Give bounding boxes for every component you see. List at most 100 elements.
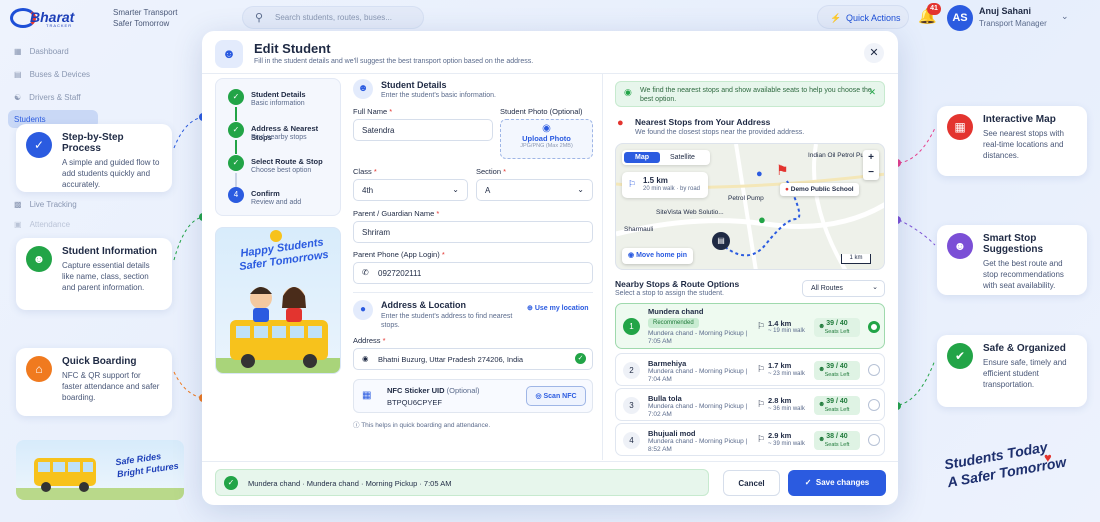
connector-lines-right [898,127,936,406]
feature-desc: Ensure safe, timely and efficient studen… [983,358,1067,389]
check-circle-icon: ✓ [575,353,586,364]
close-icon[interactable]: ✕ [864,43,884,63]
stop-option-1[interactable]: 1 Mundera chand Recommended Mundera chan… [615,303,885,349]
stop-number: 4 [623,432,640,449]
chevron-down-icon: ⌄ [577,185,584,194]
stop-walk-time: ~ 23 min walk [768,371,805,377]
users-icon: ☻ [818,366,826,373]
upload-photo-button[interactable]: ◉ Upload Photo JPG/PNG (Max 2MB) [500,119,593,159]
quick-actions-button[interactable]: ⚡ Quick Actions [817,5,909,29]
chevron-down-icon[interactable]: ⌄ [1061,11,1069,22]
scan-nfc-button[interactable]: ◎ Scan NFC [526,386,586,406]
phone-label: Parent Phone (App Login) * [353,250,445,259]
full-name-input[interactable]: Satendra [353,119,493,141]
stop-option-2[interactable]: 2 Barmehiya Mundera chand - Morning Pick… [615,353,885,386]
promo-illustration: Happy Students Safer Tomorrows [215,227,341,374]
users-icon: ☻ [947,233,973,259]
stop-option-4[interactable]: 4 Bhujuali mod Mundera chand - Morning P… [615,423,885,456]
zoom-controls: + − [863,150,879,180]
dashboard-icon: ▦ [14,47,22,56]
users-icon: ☻ [26,246,52,272]
sidebar-item-live-tracking[interactable]: ▩ Live Tracking [14,200,77,209]
feature-card-quick-boarding: ⌂ Quick Boarding NFC & QR support for fa… [16,348,172,416]
column-divider [602,74,603,460]
stop-route: Mundera chand - Morning Pickup | 7:04 AM [648,368,748,383]
stop-number: 2 [623,362,640,379]
stop-walk-time: ~ 39 min walk [768,441,805,447]
step-title: Student Details [251,90,306,99]
walk-icon: ⚐ [757,434,766,444]
stop-option-3[interactable]: 3 Bulla tola Mundera chand - Morning Pic… [615,388,885,421]
section-title: Student Details [381,80,447,90]
avatar[interactable]: AS [947,5,973,31]
guardian-input[interactable]: Shriram [353,221,593,243]
class-select[interactable]: 4th ⌄ [353,179,468,201]
stop-radio[interactable] [868,434,880,446]
crosshair-icon: ⊕ [527,305,533,312]
nfc-icon: ▦ [362,390,372,401]
full-name-label: Full Name * [353,107,393,116]
map-pin-icon: ◉ [624,87,632,97]
stops-map[interactable]: Map Satellite ⚐ 1.5 km 20 min walk · by … [615,143,885,270]
section-select[interactable]: A ⌄ [476,179,593,201]
users-icon: ☻ [818,323,826,330]
phone-input[interactable]: ✆ 0927202111 [353,262,593,284]
tracking-icon: ▩ [14,200,22,209]
modal-subtitle: Fill in the student details and we'll su… [254,58,534,65]
divider [353,292,593,293]
nfc-value[interactable]: BTPQU6CPYEF [387,398,442,407]
bus-icon[interactable]: ▤ [712,232,730,250]
stop-pin-icon[interactable]: ● [756,168,763,180]
close-icon[interactable]: ✕ [868,88,876,97]
phone-icon: ✆ [362,268,369,277]
route-filter-select[interactable]: All Routes ⌄ [802,280,885,297]
school-pin-icon[interactable]: ⚑ [776,162,789,179]
sidebar-item-drivers[interactable]: ☯ Drivers & Staff [14,93,81,102]
nearest-sub: We found the closest stops near the prov… [635,129,805,136]
feature-card-step-process: ✓ Step-by-Step Process A simple and guid… [16,124,172,192]
step-title: Select Route & Stop [251,157,323,166]
sidebar-item-buses[interactable]: ▤ Buses & Devices [14,70,90,79]
tab-map[interactable]: Map [624,152,660,163]
feature-title: Quick Boarding [62,356,137,367]
address-label: Address * [353,336,386,345]
feature-card-student-info: ☻ Student Information Capture essential … [16,238,172,310]
divider [202,73,898,74]
sidebar-item-dashboard[interactable]: ▦ Dashboard [14,47,69,56]
guardian-label: Parent / Guardian Name * [353,209,440,218]
global-search[interactable]: ⚲ Search students, routes, buses... [242,6,424,29]
feature-desc: Get the best route and stop recommendati… [983,259,1064,290]
walk-km: 1.5 km [643,176,668,185]
search-input[interactable]: Search students, routes, buses... [275,13,392,22]
address-input[interactable]: ◉ Bhatni Buzurg, Uttar Pradesh 274206, In… [353,348,593,370]
map-scale: 1 km [841,254,871,264]
move-home-pin-button[interactable]: ◉ Move home pin [622,248,694,264]
nfc-box: ▦ NFC Sticker UID (Optional) BTPQU6CPYEF… [353,379,593,413]
map-label: SiteVista Web Solutio... [656,209,724,216]
address-section-sub: Enter the student's address to find near… [381,313,513,329]
map-label: Sharmauli [624,226,654,233]
brand-logo[interactable]: Bharat TRACKER [10,6,90,30]
sidebar-item-attendance[interactable]: ▣ Attendance [14,220,70,229]
section-label: Section * [476,167,507,176]
save-changes-button[interactable]: ✓ Save changes [788,470,886,496]
step-sub: Choose best option [251,167,312,174]
tab-satellite[interactable]: Satellite [670,152,695,163]
zoom-in-button[interactable]: + [863,150,879,165]
cancel-button[interactable]: Cancel [723,470,780,496]
stop-route: Mundera chand - Morning Pickup | 8:52 AM [648,438,748,453]
users-icon: ☻ [818,401,826,408]
stop-radio[interactable] [868,399,880,411]
zoom-out-button[interactable]: − [863,165,879,180]
feature-card-safe-organized: ✔ Safe & Organized Ensure safe, timely a… [937,335,1087,407]
stop-radio-selected[interactable] [868,321,880,333]
recommended-badge: Recommended [648,318,699,328]
walk-icon: ⚐ [628,179,637,189]
options-sub: Select a stop to assign the student. [615,290,724,297]
school-label[interactable]: ● Demo Public School [780,183,859,196]
stop-radio[interactable] [868,364,880,376]
use-location-link[interactable]: ⊕ Use my location [527,304,589,312]
feature-desc: NFC & QR support for faster attendance a… [62,371,160,402]
seats-left: ☻ 39 / 40 Seats Left [814,318,860,337]
stop-pin-icon[interactable]: ● [758,212,766,227]
